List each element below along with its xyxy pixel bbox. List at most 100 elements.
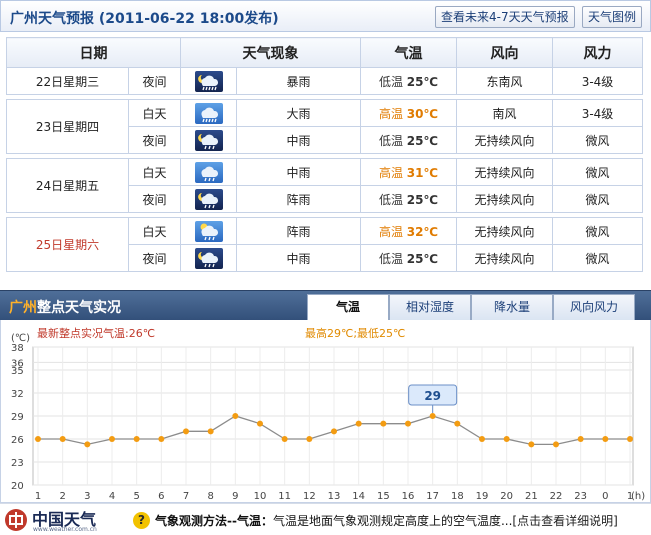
temperature-cell: 低温 25℃ [360,244,457,272]
temperature-cell: 高温 32℃ [360,217,457,245]
latest-temp-label: 最新整点实况气温:26℃ [37,326,155,340]
date-cell: 22日星期三 [6,67,129,95]
x-tick-label: 1 [35,491,41,502]
temperature-point [429,413,436,419]
live-title-suffix: 整点天气实况 [37,300,121,316]
tab-temperature[interactable]: 气温 [307,294,389,321]
x-tick-label: 16 [402,491,415,502]
weather-legend-button[interactable]: 天气图例 [582,6,643,28]
temperature-point [281,436,288,442]
help-text: 气象观测方法--气温：气温是地面气象观测规定高度上的空气温度...[点击查看详细… [155,512,645,529]
wind-force-cell: 微风 [552,244,643,272]
cma-logo-icon [5,509,27,531]
future-forecast-button[interactable]: 查看未来4-7天天气预报 [435,6,575,28]
x-tick-label: 5 [133,491,139,502]
temp-value: 31℃ [406,165,439,180]
wind-direction-cell: 无持续风向 [456,244,553,272]
wind-direction-cell: 无持续风向 [456,217,553,245]
temp-range-label: 最高29℃;最低25℃ [305,326,405,340]
weather-text-cell: 阵雨 [236,217,361,245]
temperature-point [232,413,239,419]
wind-force-cell: 微风 [552,217,643,245]
temp-value: 25℃ [406,74,439,89]
x-tick-label: 7 [183,491,189,502]
question-icon[interactable]: ? [133,512,150,529]
weather-icon-cell [180,158,237,186]
live-weather-header: 广州整点天气实况 气温 相对湿度 降水量 风向风力 [0,290,651,321]
period-cell: 夜间 [128,185,181,213]
temperature-cell: 低温 25℃ [360,126,457,154]
shower-day-icon [194,220,223,242]
wind-force-cell: 3-4级 [552,99,643,127]
weather-icon-cell [180,99,237,127]
x-tick-label: 11 [278,491,291,502]
period-cell: 白天 [128,99,181,127]
date-cell: 23日星期四 [6,99,129,154]
x-tick-label: 15 [377,491,390,502]
col-wind-force: 风力 [552,37,643,68]
temperature-point [59,436,66,442]
col-temperature: 气温 [360,37,457,68]
y-tick-label: 26 [11,435,24,446]
temp-label: 低温 [378,74,403,89]
period-cell: 白天 [128,158,181,186]
weather-icon-cell [180,244,237,272]
weather-text-cell: 阵雨 [236,185,361,213]
forecast-header: 广州天气预报 (2011-06-22 18:00发布) 查看未来4-7天天气预报… [0,0,651,32]
weather-text-cell: 大雨 [236,99,361,127]
moderate-rain-day-icon [194,161,223,183]
temp-value: 25℃ [406,251,439,266]
forecast-title: 广州天气预报 (2011-06-22 18:00发布) [10,11,279,27]
x-tick-label: 4 [109,491,115,502]
wind-direction-cell: 无持续风向 [456,126,553,154]
temperature-point [380,420,387,427]
wind-force-cell: 微风 [552,126,643,154]
tab-humidity[interactable]: 相对湿度 [389,294,471,321]
temperature-chart-panel: 20 23 26 29 32 35 38 36 1 2 3 4 5 6 7 8 9 10 11 12 13 14 15 16 1… [0,320,651,503]
weather-icon-cell [180,185,237,213]
temperature-point [454,420,461,427]
footer: 中国天气 www.weather.com.cn ? 气象观测方法--气温：气温是… [0,503,651,535]
forecast-row: 25日星期六 白天 阵雨 高温 32℃ 无持续风向 微风 [6,217,643,272]
temperature-point [109,436,115,442]
temperature-point [331,428,337,435]
x-tick-label: 20 [500,491,513,502]
tab-wind[interactable]: 风向风力 [553,294,635,321]
wind-direction-cell: 东南风 [456,67,553,95]
moderate-rain-night-icon [194,129,223,151]
x-tick-label: 17 [426,491,439,502]
temperature-cell: 低温 25℃ [360,67,457,95]
logo-subtext: www.weather.com.cn [33,526,97,533]
temperature-point [84,441,91,448]
temperature-point [35,436,41,442]
temperature-cell: 低温 25℃ [360,185,457,213]
temperature-point [257,420,263,427]
live-city: 广州 [9,300,37,316]
help-detail-link[interactable]: [点击查看详细说明] [512,514,617,528]
help-title: 气象观测方法--气温： [155,514,273,528]
y-tick-label: 23 [11,458,24,469]
date-cell: 24日星期五 [6,158,129,213]
weather-text-cell: 中雨 [236,158,361,186]
temperature-point [405,420,411,427]
x-tick-label: 18 [451,491,464,502]
wind-force-cell: 微风 [552,158,643,186]
temperature-point [355,420,362,427]
wind-direction-cell: 无持续风向 [456,158,553,186]
temp-value: 30℃ [406,106,439,121]
temp-label: 低温 [378,251,403,266]
y-unit-label: (℃) [11,333,30,344]
weather-text-cell: 中雨 [236,244,361,272]
forecast-table-header: 日期 天气现象 气温 风向 风力 [6,37,643,68]
temperature-point [183,428,189,435]
x-tick-label: 10 [254,491,267,502]
temperature-callout-label: 29 [424,389,441,403]
temp-label: 低温 [378,192,403,207]
temperature-point [479,436,485,442]
wind-force-cell: 3-4级 [552,67,643,95]
weather-text-cell: 暴雨 [236,67,361,95]
y-tick-label: 32 [11,389,24,400]
tab-precipitation[interactable]: 降水量 [471,294,553,321]
x-tick-label: 21 [525,491,538,502]
heavy-rain-day-icon [194,102,223,124]
